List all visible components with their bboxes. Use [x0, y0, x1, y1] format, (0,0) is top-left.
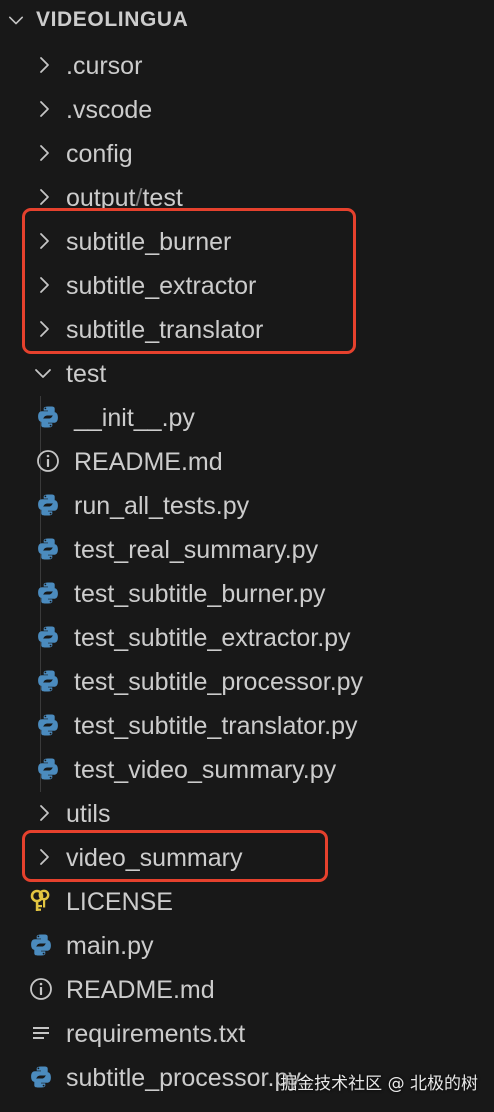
info-icon: [36, 449, 60, 473]
python-icon: [36, 537, 60, 561]
info-icon: [29, 977, 53, 1001]
python-icon: [29, 1065, 53, 1089]
tree-folder-vscode[interactable]: .vscode: [0, 87, 494, 131]
tree-item-label: test: [66, 360, 107, 388]
watermark: 掘金技术社区 @ 北极的树: [280, 1074, 478, 1094]
tree-item-label: test_subtitle_burner.py: [74, 580, 326, 608]
tree-item-label: utils: [66, 800, 111, 828]
chevron-right-icon: [36, 100, 52, 118]
chevron-right-icon: [36, 144, 52, 162]
tree-folder-config[interactable]: config: [0, 131, 494, 175]
chevron-down-icon: [34, 365, 52, 381]
explorer-section-header[interactable]: VIDEOLINGUA: [0, 0, 494, 42]
tree-item-label: test_subtitle_translator.py: [74, 712, 358, 740]
python-icon: [36, 757, 60, 781]
chevron-down-icon: [8, 12, 24, 28]
tree-file-test-video-summary[interactable]: test_video_summary.py: [0, 747, 494, 791]
tree-item-label: test_video_summary.py: [74, 756, 337, 784]
tree-item-label: .vscode: [66, 96, 153, 124]
key-icon: [29, 889, 53, 913]
tree-item-label: config: [66, 140, 133, 168]
tree-item-label: __init__.py: [74, 404, 195, 432]
tree-file-test-subtitle-extractor[interactable]: test_subtitle_extractor.py: [0, 615, 494, 659]
tree-item-label: README.md: [66, 976, 215, 1004]
tree-file-readme[interactable]: README.md: [0, 967, 494, 1011]
tree-file-init-py[interactable]: __init__.py: [0, 395, 494, 439]
file-explorer: VIDEOLINGUA .cursor .vscode config outpu…: [0, 0, 494, 1112]
tree-folder-test[interactable]: test: [0, 351, 494, 395]
lines-icon: [29, 1021, 53, 1045]
tree-file-test-readme[interactable]: README.md: [0, 439, 494, 483]
highlight-box-subtitle-folders: [22, 208, 356, 354]
tree-file-test-subtitle-translator[interactable]: test_subtitle_translator.py: [0, 703, 494, 747]
highlight-box-video-summary: [22, 830, 328, 882]
tree-item-label: .cursor: [66, 52, 143, 80]
python-icon: [36, 625, 60, 649]
python-icon: [36, 493, 60, 517]
tree-item-label: test_subtitle_processor.py: [74, 668, 364, 696]
tree-file-requirements[interactable]: requirements.txt: [0, 1011, 494, 1055]
tree-item-label: test_real_summary.py: [74, 536, 319, 564]
tree-item-label: run_all_tests.py: [74, 492, 250, 520]
tree-item-label: subtitle_processor.py: [66, 1064, 301, 1092]
tree-item-label: main.py: [66, 932, 154, 960]
tree-item-label: README.md: [74, 448, 223, 476]
tree-folder-cursor[interactable]: .cursor: [0, 43, 494, 87]
python-icon: [36, 669, 60, 693]
explorer-section-title: VIDEOLINGUA: [36, 8, 189, 31]
tree-folder-utils[interactable]: utils: [0, 791, 494, 835]
chevron-right-icon: [36, 56, 52, 74]
tree-file-main-py[interactable]: main.py: [0, 923, 494, 967]
tree-item-label: LICENSE: [66, 888, 173, 916]
tree-file-test-subtitle-processor[interactable]: test_subtitle_processor.py: [0, 659, 494, 703]
python-icon: [36, 713, 60, 737]
chevron-right-icon: [36, 804, 52, 822]
tree-item-label: test_subtitle_extractor.py: [74, 624, 351, 652]
tree-file-test-subtitle-burner[interactable]: test_subtitle_burner.py: [0, 571, 494, 615]
python-icon: [29, 933, 53, 957]
tree-item-label: requirements.txt: [66, 1020, 246, 1048]
python-icon: [36, 581, 60, 605]
chevron-right-icon: [36, 188, 52, 206]
tree-file-run-all-tests[interactable]: run_all_tests.py: [0, 483, 494, 527]
tree-file-test-real-summary[interactable]: test_real_summary.py: [0, 527, 494, 571]
tree-file-license[interactable]: LICENSE: [0, 879, 494, 923]
python-icon: [36, 405, 60, 429]
